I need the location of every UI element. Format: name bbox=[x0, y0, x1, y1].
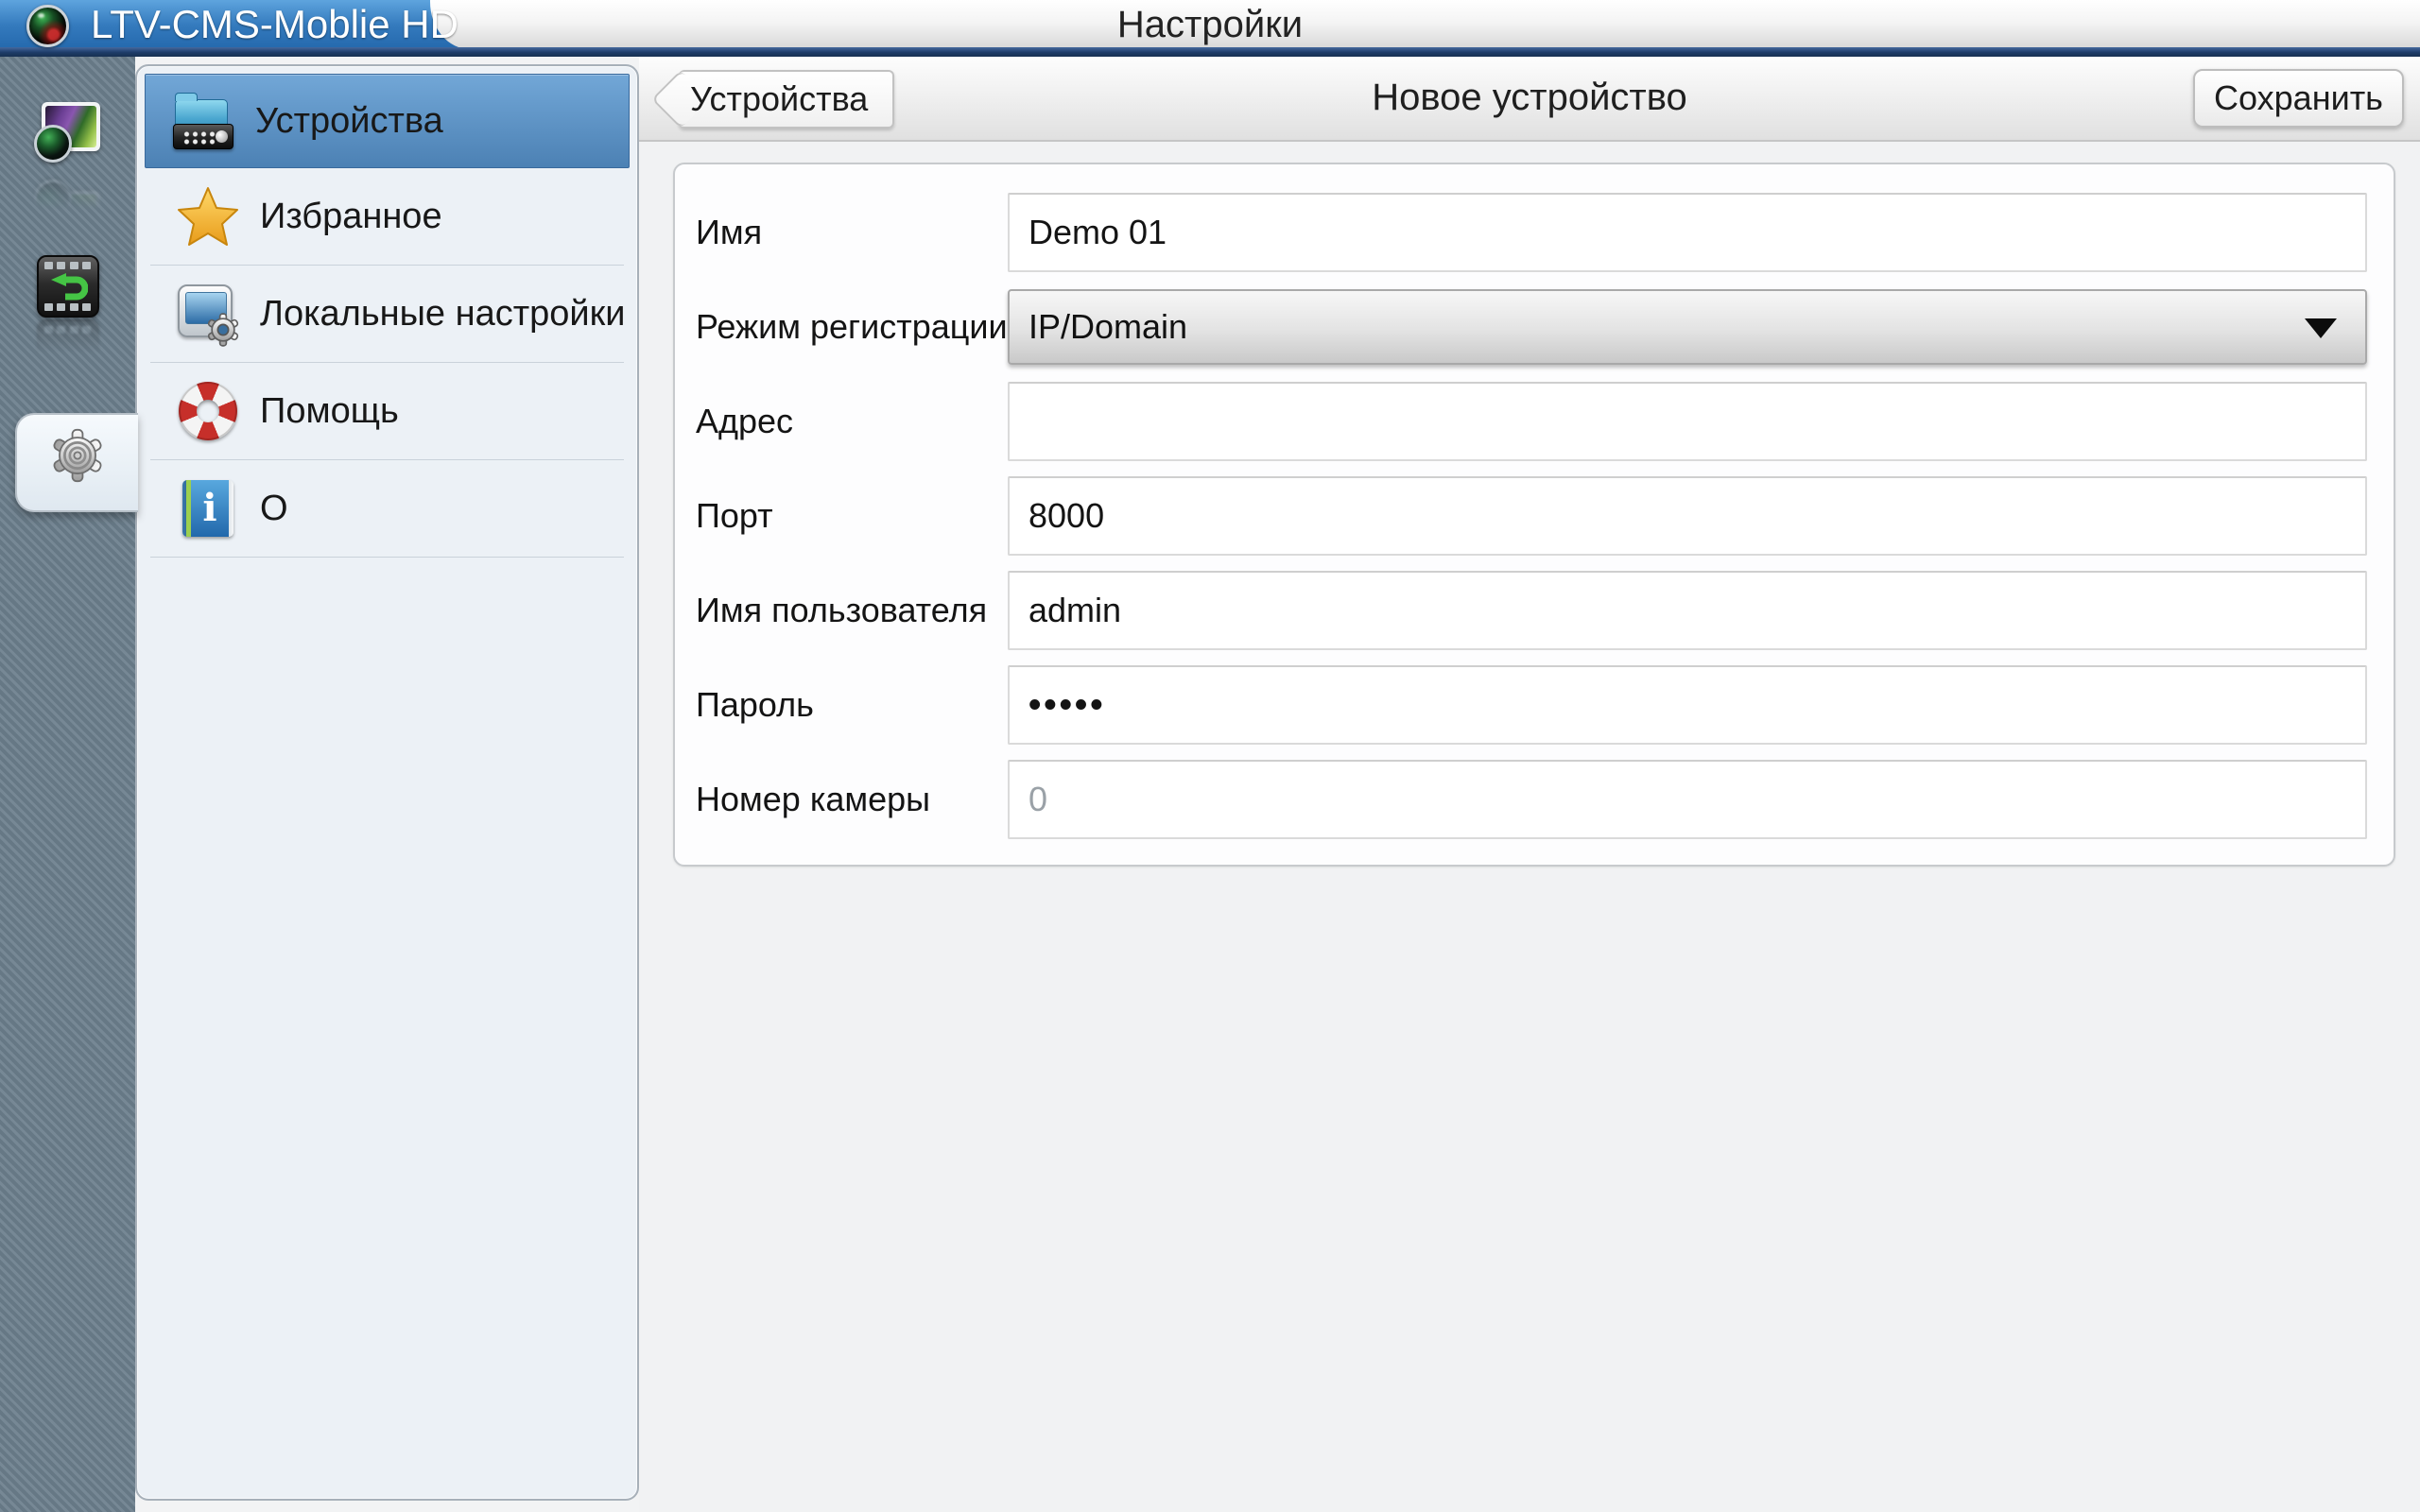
field-label: Номер камеры bbox=[696, 780, 1008, 819]
field-label: Режим регистрации bbox=[696, 307, 1008, 347]
registration-mode-dropdown[interactable]: IP/Domain bbox=[1008, 289, 2367, 365]
content-area: Устройства Новое устройство Сохранить Им… bbox=[639, 57, 2420, 1512]
sidebar-item-settings-selected[interactable] bbox=[15, 413, 138, 512]
new-device-form-card: Имя Режим регистрации IP/Domain Адрес По… bbox=[673, 163, 2395, 867]
dropdown-selected-value: IP/Domain bbox=[1028, 307, 1187, 347]
form-row-name: Имя bbox=[696, 185, 2367, 280]
address-field[interactable] bbox=[1008, 382, 2367, 461]
field-label: Адрес bbox=[696, 402, 1008, 441]
menu-item-label: Локальные настройки bbox=[260, 294, 626, 335]
sidebar-item-playback[interactable] bbox=[0, 255, 135, 318]
sidebar bbox=[0, 57, 135, 1512]
top-bar: LTV-CMS-Moblie HD Настройки bbox=[0, 0, 2420, 57]
field-label: Пароль bbox=[696, 685, 1008, 725]
settings-menu-panel: Устройства Избранное bbox=[135, 64, 639, 1501]
content-title: Новое устройство bbox=[639, 57, 2420, 140]
form-row-camera-number: Номер камеры bbox=[696, 752, 2367, 847]
chevron-down-icon bbox=[2305, 318, 2337, 338]
name-field[interactable] bbox=[1008, 193, 2367, 272]
live-view-icon bbox=[34, 102, 102, 170]
form-row-username: Имя пользователя bbox=[696, 563, 2367, 658]
field-label: Имя пользователя bbox=[696, 591, 1008, 630]
menu-item-favorites[interactable]: Избранное bbox=[150, 168, 624, 266]
field-label: Имя bbox=[696, 213, 1008, 252]
field-label: Порт bbox=[696, 496, 1008, 536]
content-header: Устройства Новое устройство Сохранить bbox=[639, 57, 2420, 142]
playback-icon bbox=[37, 255, 99, 318]
menu-item-local-settings[interactable]: Локальные настройки bbox=[150, 266, 624, 363]
page-title: Настройки bbox=[0, 0, 2420, 47]
save-button[interactable]: Сохранить bbox=[2193, 69, 2404, 128]
menu-item-label: О bbox=[260, 489, 288, 529]
menu-item-label: Избранное bbox=[260, 197, 442, 237]
local-settings-icon bbox=[177, 281, 239, 347]
form-row-password: Пароль bbox=[696, 658, 2367, 752]
settings-gear-icon bbox=[50, 428, 105, 483]
username-field[interactable] bbox=[1008, 571, 2367, 650]
menu-item-label: Устройства bbox=[255, 101, 443, 142]
menu-item-devices[interactable]: Устройства bbox=[145, 74, 630, 168]
back-button-label: Устройства bbox=[690, 79, 868, 119]
about-book-icon: i bbox=[177, 475, 239, 541]
form-row-registration-mode: Режим регистрации IP/Domain bbox=[696, 280, 2367, 374]
save-button-label: Сохранить bbox=[2214, 78, 2383, 118]
menu-item-label: Помощь bbox=[260, 391, 399, 432]
favorites-star-icon bbox=[177, 183, 239, 249]
port-field[interactable] bbox=[1008, 476, 2367, 556]
form-row-address: Адрес bbox=[696, 374, 2367, 469]
live-view-icon-reflection bbox=[0, 172, 135, 240]
devices-icon bbox=[172, 88, 234, 154]
password-field[interactable] bbox=[1008, 665, 2367, 745]
back-button-devices[interactable]: Устройства bbox=[679, 70, 894, 129]
menu-item-help[interactable]: Помощь bbox=[150, 363, 624, 460]
playback-icon-reflection bbox=[0, 319, 135, 382]
menu-item-about[interactable]: i О bbox=[150, 460, 624, 558]
sidebar-item-live-view[interactable] bbox=[0, 102, 135, 170]
camera-number-field[interactable] bbox=[1008, 760, 2367, 839]
help-lifebuoy-icon bbox=[177, 378, 239, 444]
app-root: { "window": { "app_title": "LTV-CMS-Mobl… bbox=[0, 0, 2420, 1512]
form-row-port: Порт bbox=[696, 469, 2367, 563]
